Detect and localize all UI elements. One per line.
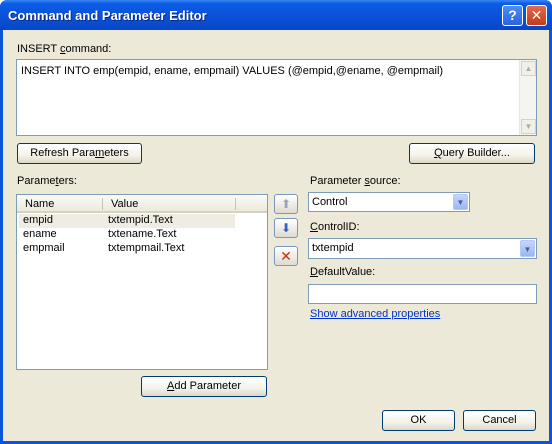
arrow-down-icon: ⬇ (280, 221, 292, 235)
delete-icon: ✕ (280, 248, 292, 264)
help-icon: ? (508, 7, 517, 23)
column-divider[interactable] (102, 198, 103, 210)
chevron-down-icon[interactable]: ▼ (453, 194, 468, 210)
parameter-source-select[interactable]: Control ▼ (308, 192, 470, 212)
move-up-button[interactable]: ⬆ (274, 194, 298, 214)
parameter-name: empmail (23, 242, 65, 254)
delete-parameter-button[interactable]: ✕ (274, 246, 298, 266)
column-header-name[interactable]: Name (25, 198, 54, 210)
parameter-source-label: Parameter source: (310, 175, 401, 187)
add-parameter-button[interactable]: Add Parameter (141, 376, 267, 397)
parameter-row[interactable]: empid txtempid.Text (17, 214, 267, 228)
column-divider[interactable] (235, 198, 236, 210)
control-id-label: ControlID: (310, 221, 360, 233)
parameter-row[interactable]: ename txtename.Text (17, 228, 267, 242)
default-value-label: DefaultValue: (310, 266, 376, 278)
chevron-down-icon[interactable]: ▼ (520, 240, 535, 257)
dialog-client-area: INSERT command: INSERT INTO emp(empid, e… (3, 30, 549, 441)
window-title: Command and Parameter Editor (8, 8, 207, 23)
insert-command-label: INSERT command: (17, 43, 112, 55)
parameters-label: Parameters: (17, 175, 77, 187)
dialog-window: Command and Parameter Editor ? ✕ INSERT … (0, 0, 552, 444)
scroll-down-icon[interactable]: ▼ (521, 119, 536, 134)
scroll-up-icon[interactable]: ▲ (521, 61, 536, 76)
parameter-value: txtempmail.Text (108, 242, 185, 254)
ok-button[interactable]: OK (382, 410, 455, 431)
query-builder-button[interactable]: Query Builder... (409, 143, 535, 164)
column-header-value[interactable]: Value (111, 198, 138, 210)
help-button[interactable]: ? (502, 5, 523, 26)
parameters-list-header: Name Value (17, 195, 267, 213)
insert-command-text: INSERT INTO emp(empid, ename, empmail) V… (21, 65, 444, 77)
title-bar[interactable]: Command and Parameter Editor ? ✕ (0, 0, 552, 30)
parameter-source-value: Control (312, 196, 348, 208)
show-advanced-properties-link[interactable]: Show advanced properties (310, 308, 440, 320)
parameter-name: ename (23, 228, 57, 240)
parameter-row[interactable]: empmail txtempmail.Text (17, 242, 267, 256)
refresh-parameters-button[interactable]: Refresh Parameters (17, 143, 142, 164)
parameter-value: txtempid.Text (108, 214, 173, 226)
move-down-button[interactable]: ⬇ (274, 218, 298, 238)
default-value-input[interactable] (308, 284, 537, 304)
control-id-value: txtempid (312, 242, 354, 254)
parameters-list[interactable]: Name Value empid txtempid.Text ename txt… (16, 194, 268, 370)
close-icon: ✕ (530, 7, 543, 23)
arrow-up-icon: ⬆ (280, 197, 292, 211)
control-id-select[interactable]: txtempid ▼ (308, 238, 537, 259)
insert-command-textarea[interactable]: INSERT INTO emp(empid, ename, empmail) V… (16, 59, 537, 136)
cancel-button[interactable]: Cancel (463, 410, 536, 431)
parameter-value: txtename.Text (108, 228, 177, 240)
parameter-name: empid (23, 214, 53, 226)
textarea-scrollbar[interactable]: ▲ ▼ (519, 60, 536, 135)
close-button[interactable]: ✕ (526, 5, 547, 26)
